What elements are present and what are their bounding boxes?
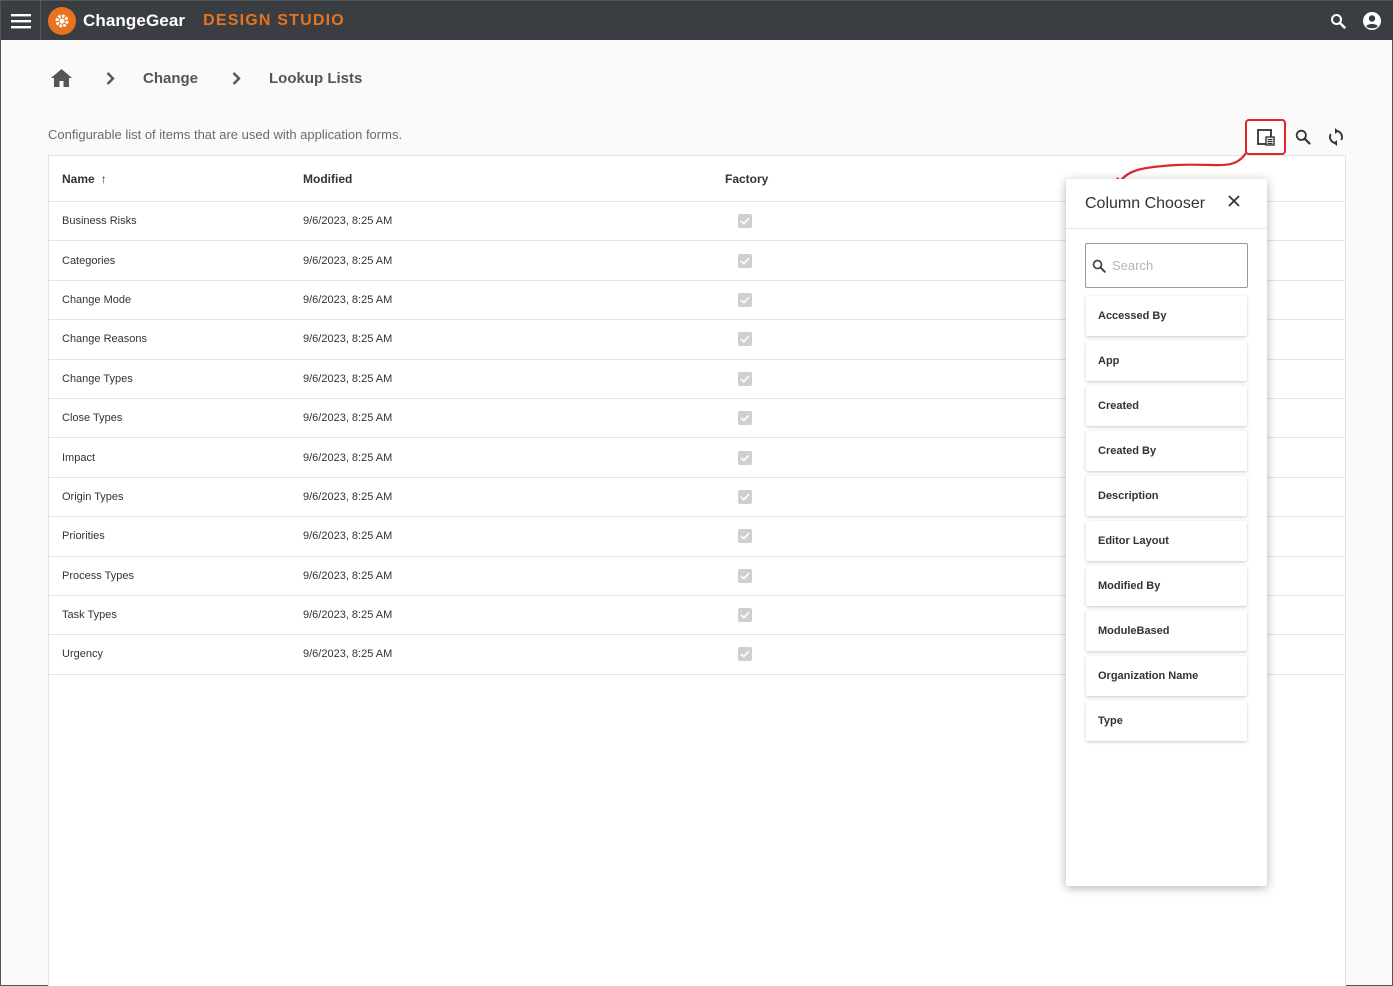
column-chooser-search-input[interactable]: [1112, 258, 1232, 273]
cell-name: Urgency: [62, 648, 103, 661]
refresh-icon: [1328, 128, 1343, 146]
cell-modified: 9/6/2023, 8:25 AM: [303, 530, 393, 543]
factory-checkbox: [738, 450, 752, 465]
refresh-button[interactable]: [1319, 119, 1352, 155]
home-button[interactable]: [51, 69, 72, 87]
check-icon: [740, 296, 750, 304]
app-window: ChangeGear DESIGN STUDIO Change Lookup L…: [0, 0, 1393, 986]
chevron-right-icon: [232, 71, 241, 85]
grid-search-button[interactable]: [1286, 119, 1319, 155]
factory-checkbox: [738, 568, 752, 583]
cell-modified: 9/6/2023, 8:25 AM: [303, 648, 393, 661]
column-chooser-title: Column Chooser: [1085, 194, 1206, 212]
check-icon: [740, 336, 750, 344]
user-account-button[interactable]: [1362, 11, 1382, 31]
cell-modified: 9/6/2023, 8:25 AM: [303, 215, 393, 228]
check-icon: [740, 611, 750, 619]
cell-name: Categories: [62, 254, 116, 267]
column-chooser-item[interactable]: ModuleBased: [1086, 611, 1247, 651]
product-name: DESIGN STUDIO: [203, 11, 345, 29]
cell-modified: 9/6/2023, 8:25 AM: [303, 609, 393, 622]
check-icon: [740, 217, 750, 225]
check-icon: [740, 257, 750, 265]
hamburger-icon: [10, 13, 31, 28]
cell-modified: 9/6/2023, 8:25 AM: [303, 372, 393, 385]
check-icon: [740, 572, 750, 580]
check-icon: [740, 532, 750, 541]
column-chooser-item[interactable]: Accessed By: [1086, 296, 1247, 336]
cell-modified: 9/6/2023, 8:25 AM: [303, 569, 393, 582]
close-column-chooser-button[interactable]: [1227, 194, 1241, 213]
factory-checkbox: [738, 647, 752, 662]
column-chooser-item[interactable]: App: [1086, 341, 1247, 381]
hamburger-menu-button[interactable]: [1, 1, 41, 40]
check-icon: [740, 454, 750, 462]
cell-modified: 9/6/2023, 8:25 AM: [303, 412, 393, 425]
check-icon: [740, 414, 750, 422]
factory-checkbox: [738, 253, 752, 268]
close-icon: [1228, 195, 1240, 207]
column-chooser-item[interactable]: Created By: [1086, 431, 1247, 471]
cell-modified: 9/6/2023, 8:25 AM: [303, 490, 393, 503]
search-icon: [1092, 259, 1106, 273]
factory-checkbox: [738, 411, 752, 426]
logo-gear-icon: [48, 6, 76, 35]
breadcrumb: Change Lookup Lists: [51, 65, 362, 91]
check-icon: [740, 375, 750, 383]
cell-modified: 9/6/2023, 8:25 AM: [303, 451, 393, 464]
column-header-factory[interactable]: Factory: [725, 172, 768, 186]
column-chooser-search: [1085, 243, 1248, 288]
top-bar: ChangeGear DESIGN STUDIO: [1, 1, 1393, 40]
cell-name: Process Types: [62, 569, 134, 582]
sort-ascending-icon: ↑: [100, 171, 107, 186]
brand-name: ChangeGear: [83, 10, 186, 30]
cell-name: Change Reasons: [62, 333, 148, 346]
column-chooser-item[interactable]: Created: [1086, 386, 1247, 426]
breadcrumb-item-change[interactable]: Change: [143, 70, 198, 87]
cell-name: Origin Types: [62, 490, 124, 503]
factory-checkbox: [738, 214, 752, 229]
search-icon: [1295, 129, 1311, 145]
column-chooser-item[interactable]: Modified By: [1086, 566, 1247, 606]
check-icon: [740, 493, 750, 501]
home-icon: [51, 69, 72, 87]
column-chooser-item[interactable]: Editor Layout: [1086, 521, 1247, 561]
factory-checkbox: [738, 292, 752, 307]
factory-checkbox: [738, 332, 752, 347]
column-chooser-item[interactable]: Type: [1086, 701, 1247, 741]
cell-modified: 9/6/2023, 8:25 AM: [303, 293, 393, 306]
column-header-modified[interactable]: Modified: [303, 172, 352, 186]
cell-name: Priorities: [62, 530, 105, 543]
chevron-right-icon: [106, 71, 115, 85]
cell-name: Impact: [62, 451, 96, 464]
top-right-actions: [1330, 1, 1382, 40]
column-chooser-item[interactable]: Description: [1086, 476, 1247, 516]
grid-toolbar: [1245, 119, 1352, 155]
search-icon: [1331, 13, 1346, 29]
cell-modified: 9/6/2023, 8:25 AM: [303, 254, 393, 267]
column-header-name[interactable]: Name ↑: [62, 172, 107, 186]
breadcrumb-item-lookup-lists: Lookup Lists: [269, 69, 363, 87]
global-search-button[interactable]: [1330, 13, 1346, 29]
column-chooser-item[interactable]: Organization Name: [1086, 656, 1247, 696]
account-circle-icon: [1363, 11, 1381, 30]
cell-name: Business Risks: [62, 215, 137, 228]
cell-modified: 9/6/2023, 8:25 AM: [303, 333, 393, 346]
cell-name: Task Types: [62, 609, 117, 622]
cell-name: Change Mode: [62, 293, 132, 306]
cell-name: Change Types: [62, 372, 133, 385]
check-icon: [740, 651, 750, 659]
cell-name: Close Types: [62, 412, 123, 425]
factory-checkbox: [738, 371, 752, 386]
column-chooser-icon: [1256, 128, 1275, 146]
column-chooser-list: Accessed By App Created Created By Descripti…: [1086, 296, 1247, 746]
column-chooser-panel: Column Chooser Accessed By App Created Crea…: [1066, 179, 1267, 886]
factory-checkbox: [738, 489, 752, 504]
column-chooser-button[interactable]: [1245, 119, 1286, 155]
factory-checkbox: [738, 608, 752, 623]
factory-checkbox: [738, 529, 752, 544]
page-description: Configurable list of items that are used…: [48, 127, 403, 142]
